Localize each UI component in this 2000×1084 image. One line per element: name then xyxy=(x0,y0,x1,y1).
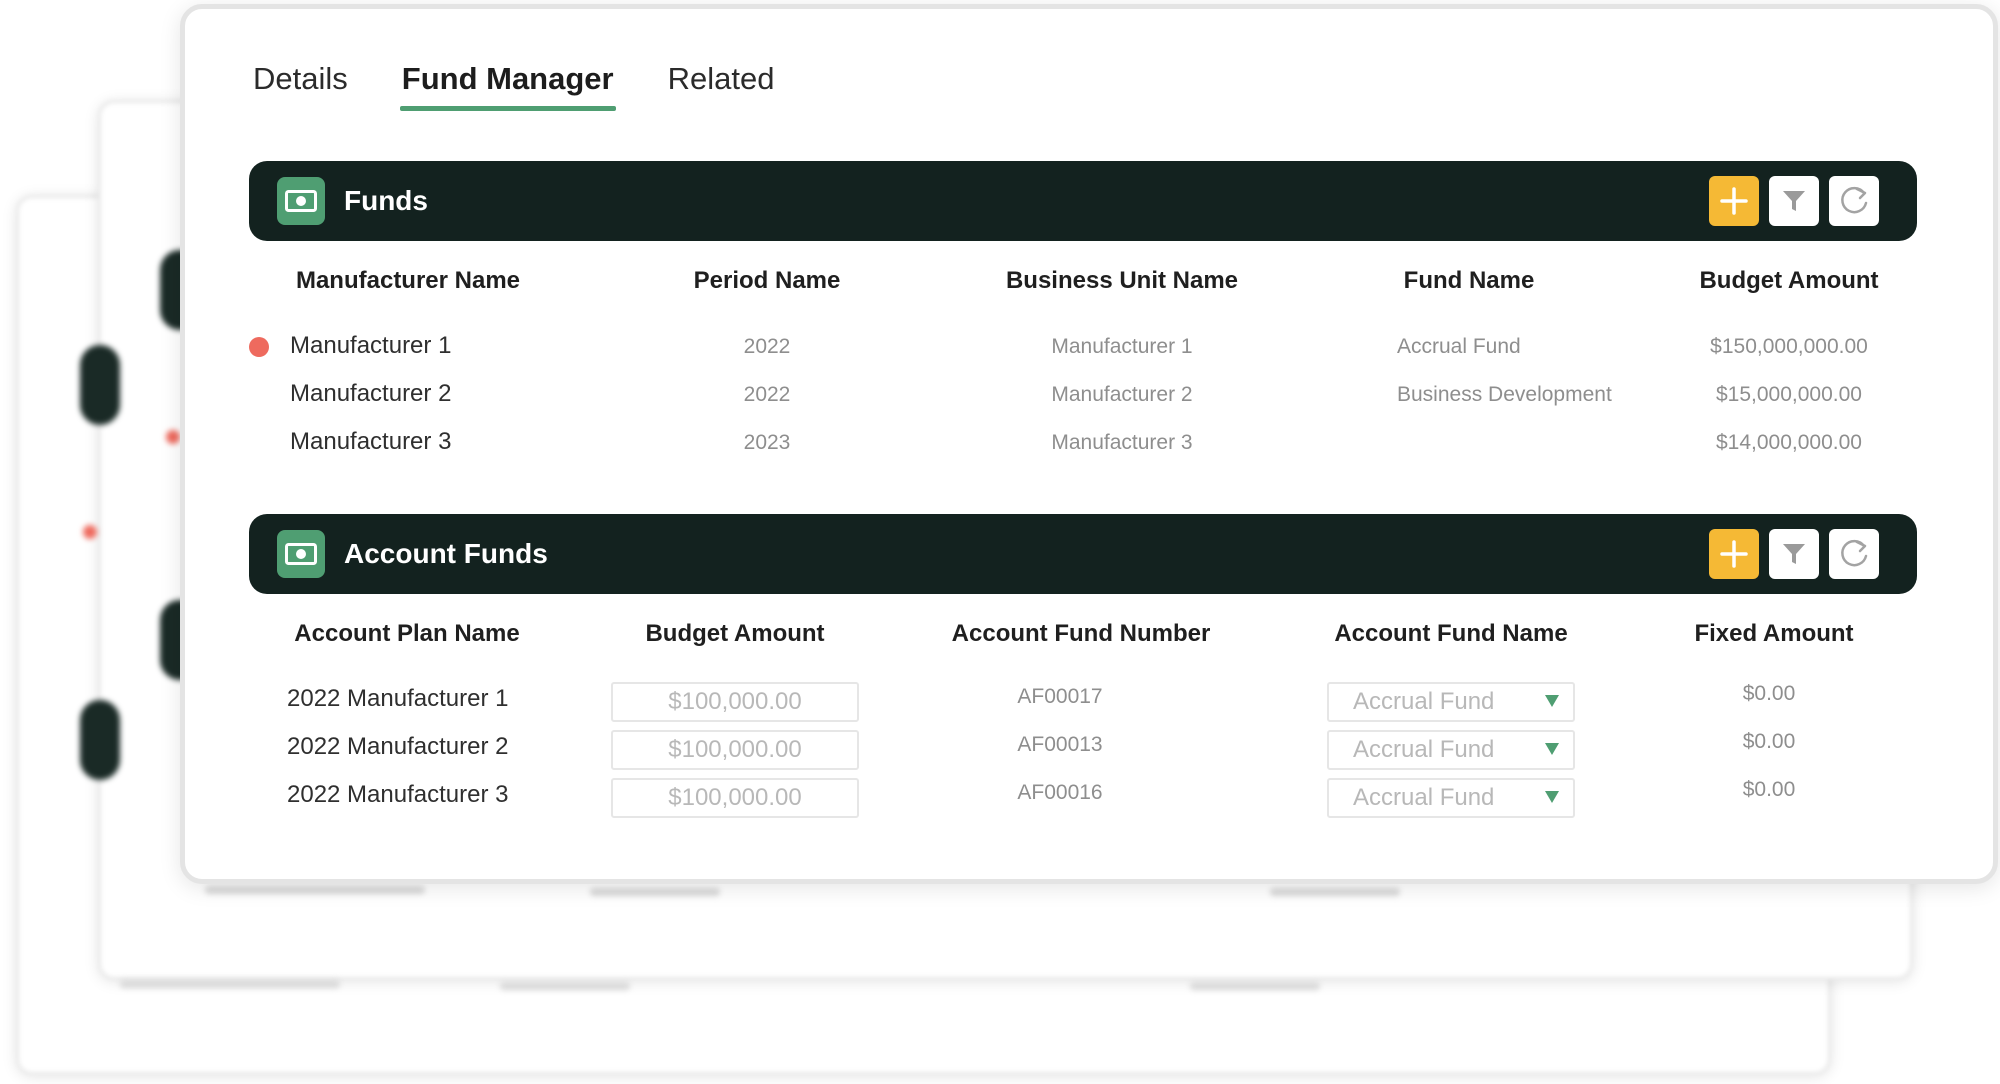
account-funds-title: Account Funds xyxy=(344,538,548,569)
budget-amount: $14,000,000.00 xyxy=(1716,431,1862,454)
filter-icon xyxy=(1783,191,1805,211)
funds-filter-button[interactable] xyxy=(1769,176,1819,226)
status-dot xyxy=(249,337,269,357)
fund-manager-card: Details Fund Manager Related Funds Manuf… xyxy=(180,4,1998,884)
account-plan-name-link[interactable]: 2022 Manufacturer 3 xyxy=(287,781,508,809)
column-header-account-plan-name[interactable]: Account Plan Name xyxy=(294,620,519,648)
account-fund-name-select[interactable]: Accrual Fund xyxy=(1327,682,1575,722)
budget-amount-input[interactable] xyxy=(611,778,859,818)
select-value: Accrual Fund xyxy=(1353,688,1495,715)
funds-actions xyxy=(1709,176,1879,226)
caret-down-icon xyxy=(1545,743,1559,755)
caret-down-icon xyxy=(1545,791,1559,803)
business-unit-name: Manufacturer 1 xyxy=(1051,335,1193,358)
period-name: 2022 xyxy=(743,383,791,406)
select-value: Accrual Fund xyxy=(1353,784,1495,811)
account-plan-name-link[interactable]: 2022 Manufacturer 2 xyxy=(287,733,508,761)
funds-refresh-button[interactable] xyxy=(1829,176,1879,226)
account-fund-number: AF00013 xyxy=(1017,733,1103,756)
period-name: 2022 xyxy=(743,335,791,358)
tab-bar: Details Fund Manager Related xyxy=(253,61,774,111)
fixed-amount: $0.00 xyxy=(1742,682,1796,705)
manufacturer-name-link[interactable]: Manufacturer 1 xyxy=(290,332,451,360)
background-bar xyxy=(80,700,120,780)
column-header-account-fund-name[interactable]: Account Fund Name xyxy=(1334,620,1567,648)
plus-icon xyxy=(1720,187,1748,215)
account-plan-name-link[interactable]: 2022 Manufacturer 1 xyxy=(287,685,508,713)
tab-details[interactable]: Details xyxy=(253,61,348,111)
period-name: 2023 xyxy=(743,431,791,454)
budget-amount-input[interactable] xyxy=(611,730,859,770)
column-header-account-fund-number[interactable]: Account Fund Number xyxy=(952,620,1211,648)
budget-amount: $150,000,000.00 xyxy=(1710,335,1868,358)
account-fund-number: AF00016 xyxy=(1017,781,1103,804)
budget-amount-input[interactable] xyxy=(611,682,859,722)
funds-add-button[interactable] xyxy=(1709,176,1759,226)
column-header-budget-amount[interactable]: Budget Amount xyxy=(645,620,824,648)
column-header-fund-name[interactable]: Fund Name xyxy=(1404,267,1535,295)
account-funds-filter-button[interactable] xyxy=(1769,529,1819,579)
background-line xyxy=(1270,888,1400,896)
caret-down-icon xyxy=(1545,695,1559,707)
tab-fund-manager[interactable]: Fund Manager xyxy=(399,61,616,111)
background-line xyxy=(590,888,720,896)
plus-icon xyxy=(1720,540,1748,568)
account-fund-name-select[interactable]: Accrual Fund xyxy=(1327,730,1575,770)
filter-icon xyxy=(1783,544,1805,564)
funds-title: Funds xyxy=(344,185,428,216)
budget-amount: $15,000,000.00 xyxy=(1716,383,1862,406)
background-line xyxy=(500,982,630,990)
tab-related[interactable]: Related xyxy=(668,61,775,111)
money-icon xyxy=(277,530,325,578)
background-line xyxy=(205,886,425,894)
manufacturer-name-link[interactable]: Manufacturer 2 xyxy=(290,380,451,408)
background-dot xyxy=(166,430,180,444)
fund-name: Accrual Fund xyxy=(1397,335,1521,358)
column-header-budget-amount[interactable]: Budget Amount xyxy=(1699,267,1878,295)
column-header-period-name[interactable]: Period Name xyxy=(694,267,841,295)
account-funds-header-bar: Account Funds xyxy=(249,514,1917,594)
refresh-icon xyxy=(1841,186,1868,214)
account-fund-number: AF00017 xyxy=(1017,685,1103,708)
background-line xyxy=(120,980,340,988)
background-bar xyxy=(80,345,120,425)
account-funds-actions xyxy=(1709,529,1879,579)
refresh-icon xyxy=(1841,539,1868,567)
select-value: Accrual Fund xyxy=(1353,736,1495,763)
business-unit-name: Manufacturer 3 xyxy=(1051,431,1193,454)
funds-header-bar: Funds xyxy=(249,161,1917,241)
fund-name: Business Development xyxy=(1397,383,1612,406)
account-funds-refresh-button[interactable] xyxy=(1829,529,1879,579)
account-fund-name-select[interactable]: Accrual Fund xyxy=(1327,778,1575,818)
column-header-business-unit-name[interactable]: Business Unit Name xyxy=(1006,267,1238,295)
business-unit-name: Manufacturer 2 xyxy=(1051,383,1193,406)
fixed-amount: $0.00 xyxy=(1742,778,1796,801)
column-header-fixed-amount[interactable]: Fixed Amount xyxy=(1694,620,1853,648)
background-line xyxy=(1190,982,1320,990)
manufacturer-name-link[interactable]: Manufacturer 3 xyxy=(290,428,451,456)
fixed-amount: $0.00 xyxy=(1742,730,1796,753)
money-icon xyxy=(277,177,325,225)
account-funds-add-button[interactable] xyxy=(1709,529,1759,579)
column-header-manufacturer-name[interactable]: Manufacturer Name xyxy=(296,267,520,295)
background-dot xyxy=(83,525,97,539)
